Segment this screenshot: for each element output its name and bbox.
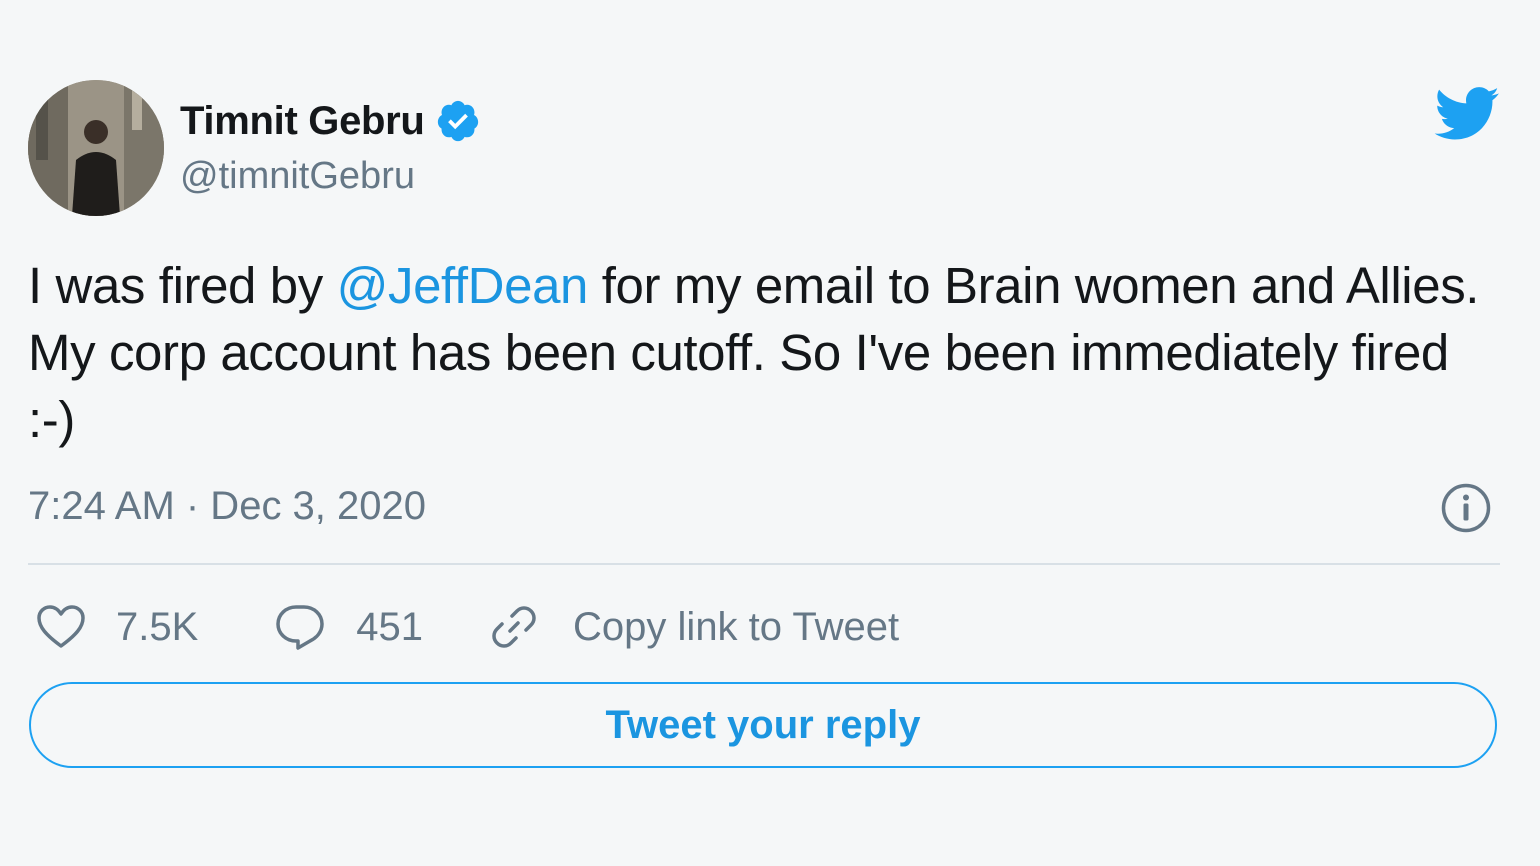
like-button[interactable]: 7.5K xyxy=(36,604,198,650)
tweet-text: I was fired by @JeffDean for my email to… xyxy=(28,252,1498,453)
author-name[interactable]: Timnit Gebru xyxy=(180,99,425,144)
tweet-text-part1: I was fired by xyxy=(28,257,337,314)
author-handle[interactable]: @timnitGebru xyxy=(180,155,415,198)
like-count: 7.5K xyxy=(116,604,199,649)
copy-link-button[interactable]: Copy link to Tweet xyxy=(489,602,899,652)
author-name-row: Timnit Gebru xyxy=(180,96,481,146)
speech-bubble-icon xyxy=(276,605,325,650)
tweet-timestamp[interactable]: 7:24 AM · Dec 3, 2020 xyxy=(28,484,426,529)
twitter-bird-icon[interactable] xyxy=(1432,86,1500,144)
tweet-card: Timnit Gebru @timnitGebru I was fired by… xyxy=(0,0,1540,866)
reply-count: 451 xyxy=(356,604,424,649)
divider xyxy=(28,563,1500,565)
reply-button-label: Tweet your reply xyxy=(605,702,921,747)
reply-button[interactable]: 451 xyxy=(274,603,423,651)
tweet-your-reply-button[interactable]: Tweet your reply xyxy=(29,682,1497,768)
mention-link[interactable]: @JeffDean xyxy=(337,257,589,314)
action-bar: 7.5K 451 Copy link to Tweet xyxy=(36,598,899,656)
copy-link-label: Copy link to Tweet xyxy=(573,604,900,649)
verified-badge-icon xyxy=(437,100,478,142)
info-icon[interactable] xyxy=(1440,482,1492,534)
heart-icon xyxy=(37,605,85,648)
link-icon xyxy=(492,606,536,648)
avatar[interactable] xyxy=(28,80,164,216)
